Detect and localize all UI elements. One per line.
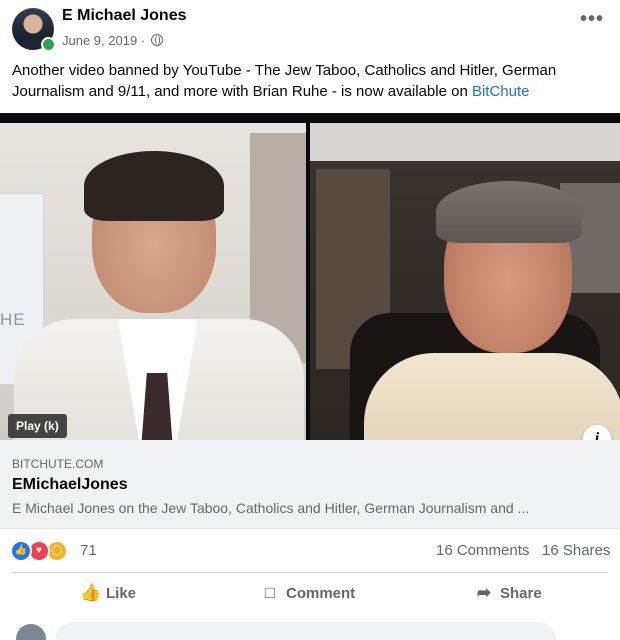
post-text: Another video banned by YouTube - The Je… <box>12 60 608 102</box>
commenter-avatar[interactable] <box>16 624 46 640</box>
author-name[interactable]: E Michael Jones <box>62 7 187 25</box>
post-meta: June 9, 2019 · <box>62 33 163 48</box>
comment-bubble-icon: □ <box>264 583 276 602</box>
shares-count[interactable]: 16 Shares <box>542 542 610 559</box>
bitchute-link[interactable]: BitChute <box>472 83 530 100</box>
comments-count[interactable]: 16 Comments <box>436 542 529 559</box>
post-date[interactable]: June 9, 2019 · <box>62 33 145 48</box>
link-preview-card[interactable]: BITCHUTE.COM EMichaelJones E Michael Jon… <box>0 440 620 529</box>
globe-icon <box>150 34 163 46</box>
comment-bubble <box>56 622 556 640</box>
speaker-left-hair <box>84 151 224 221</box>
like-label: Like <box>106 585 137 602</box>
video-player[interactable]: HE Play (k) <box>0 113 620 440</box>
play-button[interactable]: Play (k) <box>8 414 67 438</box>
thumbs-up-icon: 👍 <box>80 583 102 602</box>
reactions-bar: 👍 ♥ ◯ 71 16 Comments 16 Shares <box>0 530 620 570</box>
share-arrow-icon: ➦ <box>476 583 492 602</box>
comment-label: Comment <box>286 585 356 602</box>
background-ceiling <box>310 123 620 161</box>
comment-button[interactable]: □ Comment <box>260 583 355 603</box>
online-status-dot <box>41 37 56 52</box>
video-frame-right <box>310 123 620 440</box>
speaker-right-shirt <box>364 353 620 440</box>
like-icon[interactable]: 👍 <box>10 540 32 562</box>
link-description: E Michael Jones on the Jew Taboo, Cathol… <box>12 500 530 516</box>
reaction-count[interactable]: 71 <box>80 542 97 559</box>
comment-row <box>0 618 620 640</box>
wall-sign-text: HE <box>0 310 26 329</box>
more-options-button[interactable]: ••• <box>580 8 604 31</box>
share-label: Share <box>500 585 542 602</box>
video-frame-left: HE Play (k) <box>0 123 306 440</box>
post-header: E Michael Jones June 9, 2019 · ••• <box>0 0 620 58</box>
action-bar: 👍 Like □ Comment ➦ Share <box>12 572 608 617</box>
speaker-right-hair <box>436 181 582 243</box>
like-button[interactable]: 👍 Like <box>80 583 136 603</box>
link-domain: BITCHUTE.COM <box>12 457 104 471</box>
link-title[interactable]: EMichaelJones <box>12 476 128 494</box>
share-button[interactable]: ➦ Share <box>474 583 542 603</box>
